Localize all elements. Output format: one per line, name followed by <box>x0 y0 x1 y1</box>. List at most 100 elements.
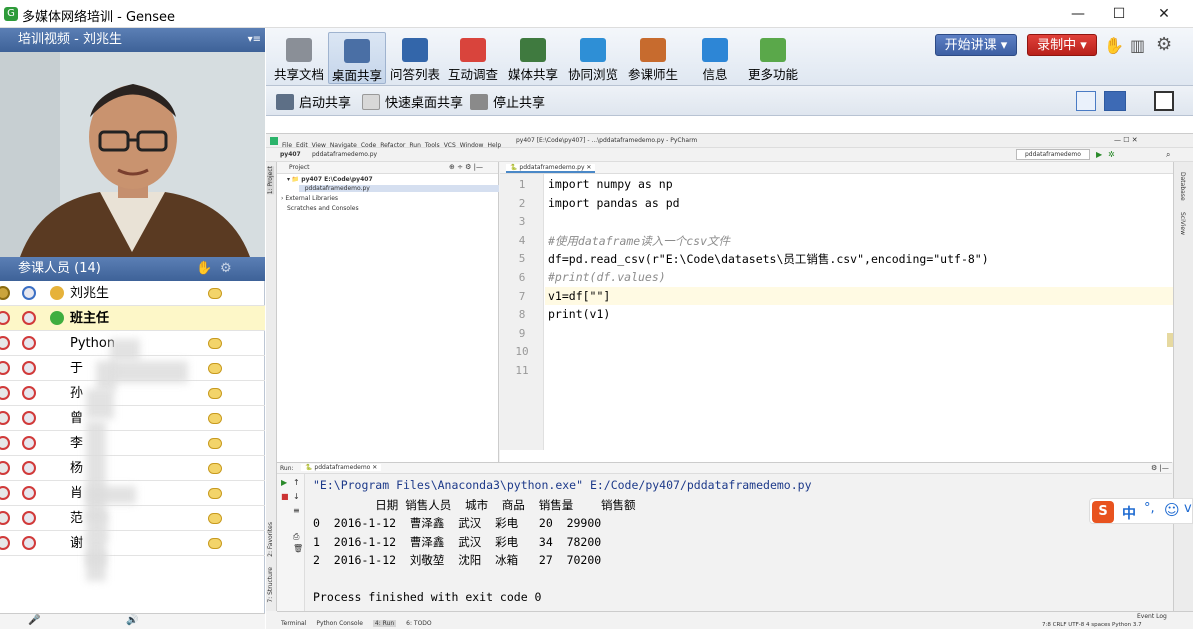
chat-icon[interactable] <box>208 463 222 474</box>
voice-icon[interactable]: v <box>1184 501 1192 516</box>
run-tab[interactable]: 🐍 pddataframedemo ✕ <box>301 464 382 471</box>
database-side-tab[interactable]: Database <box>1179 172 1186 201</box>
tree-scratches[interactable]: Scratches and Consoles <box>287 205 359 212</box>
chat-icon[interactable] <box>208 488 222 499</box>
ide-window-controls[interactable]: — ☐ ✕ <box>1114 136 1138 144</box>
stop-share-icon <box>470 94 488 110</box>
sciview-side-tab[interactable]: SciView <box>1179 212 1186 235</box>
rerun-icon[interactable]: ▶ <box>281 478 287 487</box>
scroll-up-icon[interactable]: ↑ <box>293 478 300 487</box>
ide-search-icon[interactable]: ⌕ <box>1166 150 1170 160</box>
participant-row[interactable]: 李 <box>0 431 265 456</box>
mic-disabled-icon <box>0 311 10 325</box>
close-button[interactable]: ✕ <box>1141 0 1187 28</box>
console-output-line: 日期 销售人员 城市 商品 销售量 销售额 <box>313 497 636 512</box>
speaker-icon[interactable]: 🔊 <box>126 615 138 626</box>
raise-hand-icon[interactable]: ✋ <box>196 257 212 281</box>
participant-row[interactable]: 孙 <box>0 381 265 406</box>
participant-row[interactable]: 范 <box>0 506 265 531</box>
camera-disabled-icon <box>22 461 36 475</box>
chat-icon[interactable] <box>208 363 222 374</box>
toolbar-item-0[interactable]: 共享文档 <box>270 32 328 84</box>
run-icon[interactable]: ▶ <box>1096 150 1102 159</box>
line-number: 3 <box>518 215 526 229</box>
bottom-tool-tab[interactable]: Terminal <box>281 620 306 627</box>
quick-share-button[interactable]: 快速桌面共享 <box>362 92 463 111</box>
line-number: 7 <box>518 289 526 303</box>
microphone-icon[interactable]: 🎤 <box>28 615 40 626</box>
chat-icon[interactable] <box>208 388 222 399</box>
start-lecture-button[interactable]: 开始讲课 ▾ <box>935 34 1017 56</box>
toolbar-item-8[interactable]: 更多功能 <box>744 32 802 84</box>
run-panel-settings-icon[interactable]: ⚙ |— <box>1151 464 1169 472</box>
tree-root-py407[interactable]: ▾ 📁 py407 E:\Code\py407 <box>287 176 373 183</box>
bottom-tool-tab[interactable]: 4: Run <box>372 620 397 627</box>
line-number: 1 <box>518 178 526 191</box>
breadcrumb-project[interactable]: py407 <box>280 151 301 158</box>
ime-mode-label[interactable]: 中 <box>1122 503 1136 523</box>
event-log-button[interactable]: Event Log <box>1137 613 1167 620</box>
print-icon[interactable]: ⎙ <box>293 532 299 542</box>
stop-icon[interactable]: ■ <box>281 492 289 501</box>
chat-icon[interactable] <box>208 438 222 449</box>
project-side-tab[interactable]: 1: Project <box>267 166 274 195</box>
bottom-tool-tab[interactable]: Python Console <box>316 620 363 627</box>
toolbar-item-2[interactable]: 问答列表 <box>386 32 444 84</box>
stop-share-button[interactable]: 停止共享 <box>470 92 545 111</box>
project-panel-tools-icon[interactable]: ⊕ ÷ ⚙ |— <box>449 163 483 171</box>
participant-row[interactable]: 刘兆生 <box>0 281 265 306</box>
run-config-select[interactable]: pddataframedemo <box>1016 149 1090 160</box>
recording-button[interactable]: 录制中 ▾ <box>1027 34 1097 56</box>
list-settings-icon[interactable]: ⚙ <box>220 257 232 281</box>
toolbar-item-icon <box>344 39 370 63</box>
toolbar-item-4[interactable]: 媒体共享 <box>504 32 562 84</box>
participant-row[interactable]: 班主任 <box>0 306 265 331</box>
scroll-down-icon[interactable]: ↓ <box>293 492 300 501</box>
actual-size-icon[interactable] <box>1104 91 1126 111</box>
fit-screen-icon[interactable] <box>1076 91 1096 111</box>
emoji-icon[interactable]: ☺ <box>1164 501 1180 519</box>
chat-icon[interactable] <box>208 538 222 549</box>
toolbar-item-5[interactable]: 协同浏览 <box>564 32 622 84</box>
favorites-side-tab[interactable]: 2: Favorites <box>267 522 274 557</box>
chat-icon[interactable] <box>208 338 222 349</box>
punctuation-icon[interactable]: °, <box>1144 501 1155 516</box>
toolbar-item-3[interactable]: 互动调查 <box>444 32 502 84</box>
tree-file-item[interactable]: pddataframedemo.py <box>299 185 499 192</box>
ime-toolbar[interactable]: S 中 °, ☺ v <box>1089 498 1193 524</box>
hand-icon[interactable]: ✋ <box>1104 36 1124 55</box>
project-view-select[interactable]: Project <box>289 164 310 171</box>
breadcrumb-file[interactable]: pddataframedemo.py <box>312 151 377 158</box>
participant-row[interactable]: 谢 <box>0 531 265 556</box>
toolbar-item-label: 更多功能 <box>747 67 798 82</box>
video-panel-header: 培训视频 - 刘兆生 ▾≡ <box>0 28 265 52</box>
layout-icon[interactable]: ▥ <box>1130 36 1145 55</box>
mic-disabled-icon <box>0 361 10 375</box>
minimize-button[interactable]: — <box>1055 0 1101 28</box>
fullscreen-icon[interactable] <box>1154 91 1174 111</box>
delete-output-icon[interactable]: 🗑 <box>293 544 303 553</box>
chat-icon[interactable] <box>208 413 222 424</box>
start-share-button[interactable]: 启动共享 <box>276 92 351 111</box>
editor-tab[interactable]: 🐍 pddataframedemo.py ✕ <box>506 164 596 173</box>
panel-menu-icon[interactable]: ▾≡ <box>248 28 261 52</box>
project-tree-panel: Project ⊕ ÷ ⚙ |— ▾ 📁 py407 E:\Code\py407… <box>277 162 499 462</box>
sogou-logo-icon: S <box>1092 501 1114 523</box>
structure-side-tab[interactable]: 7: Structure <box>267 567 274 603</box>
toolbar-item-6[interactable]: 参课师生 <box>624 32 682 84</box>
tree-external-libraries[interactable]: › External Libraries <box>281 195 338 202</box>
bottom-tool-tab[interactable]: 6: TODO <box>406 620 431 627</box>
video-panel-title: 培训视频 - 刘兆生 <box>18 32 122 47</box>
chat-icon[interactable] <box>208 288 222 299</box>
participant-row[interactable]: 曾 <box>0 406 265 431</box>
host-user-icon <box>50 286 64 300</box>
debug-icon[interactable]: ✲ <box>1108 150 1115 159</box>
toolbar-item-7[interactable]: 信息 <box>686 32 744 84</box>
mic-disabled-icon <box>0 386 10 400</box>
maximize-button[interactable]: ☐ <box>1096 0 1142 28</box>
chat-icon[interactable] <box>208 513 222 524</box>
toolbar-item-1[interactable]: 桌面共享 <box>328 32 386 84</box>
participant-row[interactable]: 杨 <box>0 456 265 481</box>
soft-wrap-icon[interactable]: ≡ <box>293 506 300 515</box>
settings-gear-icon[interactable]: ⚙ <box>1156 34 1172 55</box>
